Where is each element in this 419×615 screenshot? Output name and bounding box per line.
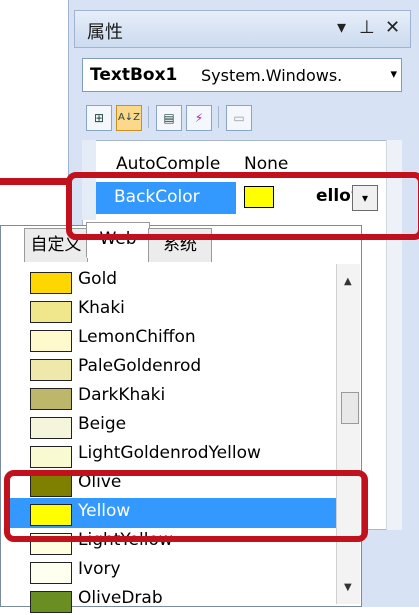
color-label: Gold — [78, 269, 118, 289]
object-name: TextBox1 — [90, 65, 178, 85]
color-swatch — [30, 301, 72, 323]
scroll-thumb[interactable] — [341, 392, 359, 424]
color-label: Beige — [78, 414, 127, 434]
color-item-darkkhaki[interactable]: DarkKhaki — [6, 382, 336, 412]
toolbar-separator — [218, 106, 219, 128]
object-type: System.Windows. — [201, 66, 343, 85]
properties-icon[interactable]: ▤ — [156, 105, 182, 131]
annotation-highlight-yellow — [4, 470, 368, 542]
color-swatch — [30, 272, 72, 294]
annotation-pointer-line — [0, 178, 70, 185]
events-icon[interactable]: ⚡ — [186, 105, 212, 131]
color-swatch — [30, 359, 72, 381]
color-swatch — [30, 562, 72, 584]
color-label: PaleGoldenrod — [78, 356, 202, 376]
categorized-icon[interactable]: ⊞ — [86, 105, 112, 131]
chevron-down-icon[interactable]: ▾ — [390, 67, 397, 82]
object-selector[interactable]: TextBox1 System.Windows. ▾ — [82, 58, 402, 92]
color-swatch — [30, 446, 72, 468]
color-item-olivedrab[interactable]: OliveDrab — [6, 585, 336, 615]
property-name: AutoComple — [116, 154, 221, 174]
close-icon[interactable]: ✕ — [385, 17, 400, 38]
alphabetical-icon[interactable]: A↓Z — [116, 105, 142, 131]
color-label: Khaki — [78, 298, 125, 318]
scroll-up-icon[interactable]: ▲ — [344, 276, 352, 287]
color-item-beige[interactable]: Beige — [6, 411, 336, 441]
color-item-palegoldenrod[interactable]: PaleGoldenrod — [6, 353, 336, 383]
property-value: None — [244, 154, 289, 174]
color-label: LightGoldenrodYellow — [78, 443, 261, 463]
color-item-khaki[interactable]: Khaki — [6, 295, 336, 325]
color-item-lightgoldenrodyellow[interactable]: LightGoldenrodYellow — [6, 440, 336, 470]
window-dropdown-icon[interactable]: ▾ — [337, 17, 346, 38]
scroll-down-icon[interactable]: ▼ — [344, 582, 352, 593]
property-pages-icon[interactable]: ▭ — [226, 105, 252, 131]
color-swatch — [30, 417, 72, 439]
color-list-scrollbar[interactable]: ▲ ▼ — [336, 264, 360, 604]
annotation-highlight-backcolor — [66, 172, 419, 240]
color-label: DarkKhaki — [78, 385, 166, 405]
color-item-ivory[interactable]: Ivory — [6, 556, 336, 586]
window-title: 属性 — [87, 22, 123, 43]
window-titlebar: 属性 ▾ ⊥ ✕ — [74, 10, 411, 48]
toolbar-separator — [148, 106, 149, 128]
color-item-gold[interactable]: Gold — [6, 266, 336, 296]
color-swatch — [30, 388, 72, 410]
color-swatch — [30, 330, 72, 352]
pin-icon[interactable]: ⊥ — [359, 17, 375, 38]
color-label: Ivory — [78, 559, 121, 579]
property-toolbar: ⊞ A↓Z ▤ ⚡ ▭ — [82, 100, 402, 136]
color-swatch — [30, 591, 72, 613]
color-label: LemonChiffon — [78, 327, 196, 347]
color-label: OliveDrab — [78, 588, 163, 608]
color-item-lemonchiffon[interactable]: LemonChiffon — [6, 324, 336, 354]
